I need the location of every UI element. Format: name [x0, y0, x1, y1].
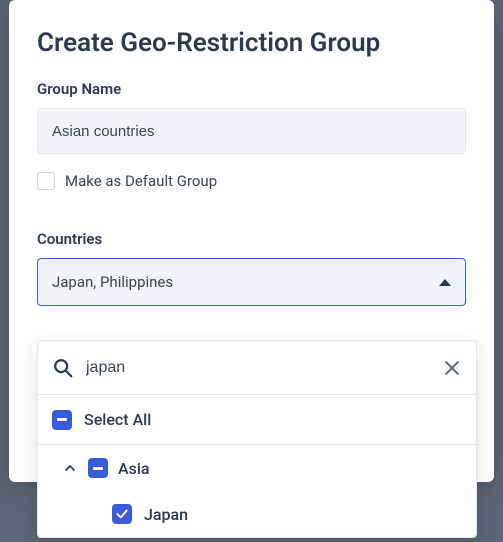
- countries-dropdown: Select All Asia Japan: [37, 340, 477, 538]
- chevron-up-icon: [439, 279, 451, 286]
- default-group-row[interactable]: Make as Default Group: [37, 172, 466, 190]
- countries-select[interactable]: Japan, Philippines: [37, 258, 466, 306]
- region-label: Asia: [118, 459, 150, 478]
- countries-label: Countries: [37, 230, 466, 248]
- countries-selected-text: Japan, Philippines: [52, 273, 173, 291]
- country-label: Japan: [144, 505, 188, 524]
- select-all-checkbox[interactable]: [52, 410, 72, 430]
- region-checkbox[interactable]: [88, 458, 108, 478]
- search-icon: [52, 357, 74, 379]
- select-all-label: Select All: [84, 410, 151, 429]
- default-group-label: Make as Default Group: [65, 172, 217, 190]
- country-checkbox[interactable]: [112, 504, 132, 524]
- modal-title: Create Geo-Restriction Group: [37, 28, 466, 58]
- check-icon: [115, 507, 129, 521]
- default-group-checkbox[interactable]: [37, 172, 55, 190]
- group-name-input[interactable]: [37, 108, 466, 154]
- dropdown-search-input[interactable]: [86, 359, 430, 377]
- indeterminate-icon: [57, 418, 67, 421]
- dropdown-search-row: [38, 341, 476, 395]
- create-geo-restriction-modal: Create Geo-Restriction Group Group Name …: [9, 0, 494, 482]
- select-all-row[interactable]: Select All: [38, 395, 476, 445]
- group-name-label: Group Name: [37, 80, 466, 98]
- indeterminate-icon: [93, 467, 103, 470]
- country-row-japan[interactable]: Japan: [38, 491, 476, 537]
- region-row-asia[interactable]: Asia: [38, 445, 476, 491]
- clear-search-button[interactable]: [442, 358, 462, 378]
- collapse-icon[interactable]: [62, 460, 78, 476]
